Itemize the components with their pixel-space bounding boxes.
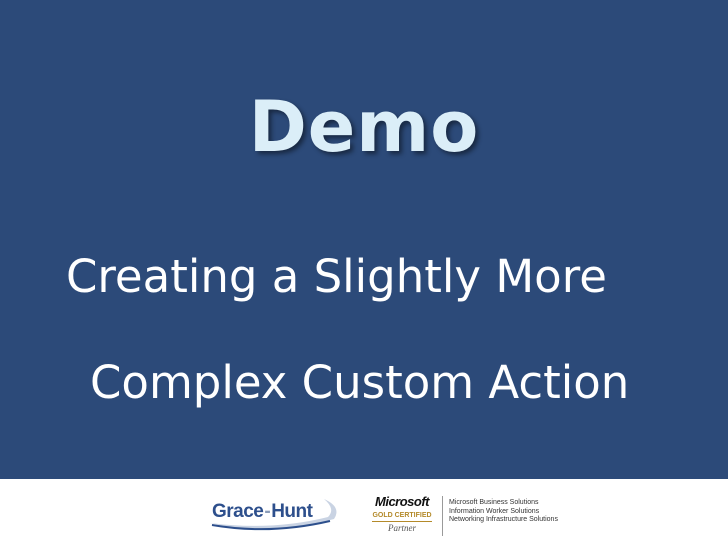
slide-subtitle-line2: Complex Custom Action — [90, 356, 630, 409]
slide: Demo Creating a Slightly More Complex Cu… — [0, 0, 728, 546]
gracehunt-separator: - — [264, 501, 271, 522]
competency-item: Networking Infrastructure Solutions — [449, 516, 558, 523]
slide-subtitle-line1: Creating a Slightly More — [66, 250, 607, 303]
logo-divider — [442, 496, 443, 536]
microsoft-gold-certified-logo: Microsoft GOLD CERTIFIED Partner — [368, 495, 436, 541]
gracehunt-logo: Grace-Hunt — [208, 493, 340, 533]
competency-list: Microsoft Business Solutions Information… — [449, 499, 558, 525]
gracehunt-wordmark: Grace-Hunt — [212, 501, 313, 523]
partner-label: Partner — [388, 523, 416, 533]
slide-title: Demo — [248, 86, 480, 168]
gold-certified-label: GOLD CERTIFIED — [372, 512, 432, 519]
main-panel: Demo Creating a Slightly More Complex Cu… — [0, 0, 728, 479]
microsoft-wordmark: Microsoft — [375, 494, 430, 509]
competency-item: Microsoft Business Solutions — [449, 499, 539, 506]
competency-item: Information Worker Solutions — [449, 507, 540, 515]
gold-rule — [372, 521, 432, 522]
gracehunt-word-grace: Grace — [212, 501, 264, 522]
footer-bar: Grace-Hunt Microsoft GOLD CERTIFIED Part… — [0, 479, 728, 546]
gracehunt-word-hunt: Hunt — [271, 501, 313, 522]
